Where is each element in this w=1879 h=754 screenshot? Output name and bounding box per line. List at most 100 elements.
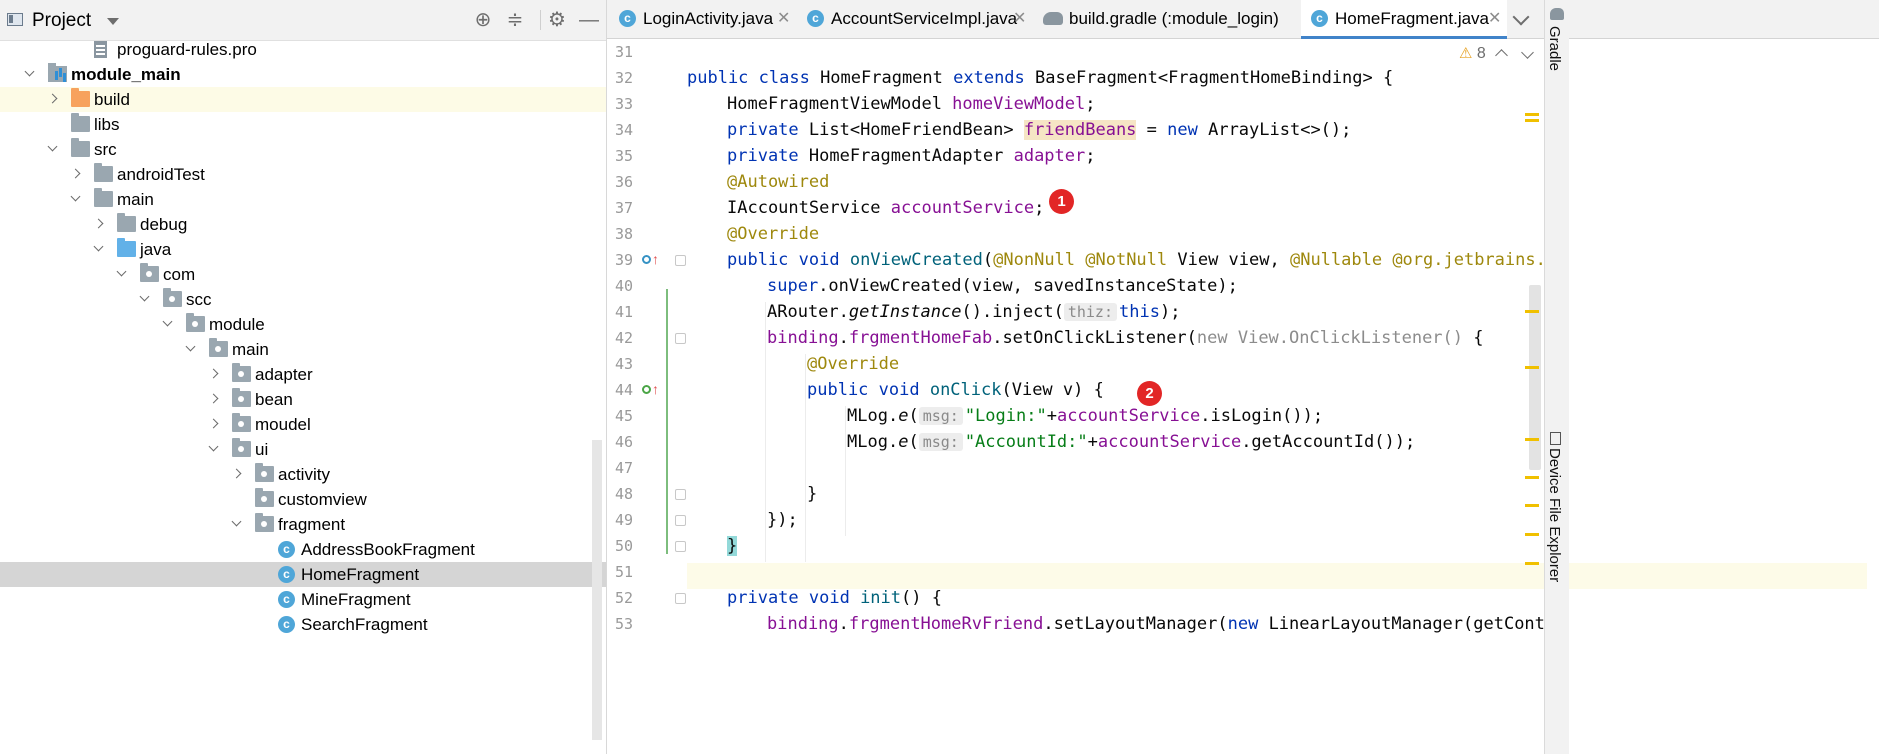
tree-item[interactable]: moudel xyxy=(0,412,606,437)
chevron-down-icon[interactable] xyxy=(208,441,219,452)
warning-stripe[interactable] xyxy=(1525,113,1539,116)
line-number[interactable]: 52 xyxy=(607,589,633,607)
warning-stripe[interactable] xyxy=(1525,504,1539,507)
override-method-icon[interactable]: ↑ xyxy=(642,381,659,398)
tree-item[interactable]: adapter xyxy=(0,362,606,387)
chevron-right-icon[interactable] xyxy=(47,93,58,104)
chevron-down-icon[interactable] xyxy=(139,291,150,302)
chevron-right-icon[interactable] xyxy=(231,468,242,479)
tree-item[interactable]: c HomeFragment xyxy=(0,562,606,587)
fold-marker-icon[interactable] xyxy=(675,593,686,604)
chevron-right-icon[interactable] xyxy=(70,168,81,179)
tree-item[interactable]: androidTest xyxy=(0,162,606,187)
chevron-down-icon[interactable] xyxy=(93,241,104,252)
line-number[interactable]: 32 xyxy=(607,69,633,87)
tab-accountserviceimpl[interactable]: c AccountServiceImpl.java ✕ xyxy=(795,0,1027,38)
tree-item[interactable]: customview xyxy=(0,487,606,512)
tree-item[interactable]: debug xyxy=(0,212,606,237)
warning-stripe[interactable] xyxy=(1525,310,1539,313)
chevron-right-icon[interactable] xyxy=(208,418,219,429)
tree-item[interactable]: src xyxy=(0,137,606,162)
line-number[interactable]: 41 xyxy=(607,303,633,321)
fold-marker-icon[interactable] xyxy=(675,541,686,552)
tab-loginactivity[interactable]: c LoginActivity.java ✕ xyxy=(607,0,793,38)
minimize-icon[interactable]: — xyxy=(577,8,601,32)
line-number[interactable]: 39 xyxy=(607,251,633,269)
chevron-down-icon[interactable] xyxy=(116,266,127,277)
warning-stripe[interactable] xyxy=(1525,366,1539,369)
line-number[interactable]: 35 xyxy=(607,147,633,165)
line-number[interactable]: 33 xyxy=(607,95,633,113)
line-number[interactable]: 49 xyxy=(607,511,633,529)
fold-marker-icon[interactable] xyxy=(675,333,686,344)
tab-homefragment[interactable]: c HomeFragment.java ✕ xyxy=(1301,0,1507,39)
fold-marker-icon[interactable] xyxy=(675,515,686,526)
line-number[interactable]: 34 xyxy=(607,121,633,139)
tree-item[interactable]: com xyxy=(0,262,606,287)
line-number[interactable]: 43 xyxy=(607,355,633,373)
warning-stripe[interactable] xyxy=(1525,533,1539,536)
close-icon[interactable]: ✕ xyxy=(777,0,790,38)
tree-item[interactable]: main xyxy=(0,187,606,212)
fold-marker-icon[interactable] xyxy=(675,489,686,500)
code-area[interactable]: public class HomeFragment extends BaseFr… xyxy=(687,39,1867,754)
line-number[interactable]: 36 xyxy=(607,173,633,191)
device-file-explorer-button[interactable]: Device File Explorer xyxy=(1546,448,1563,582)
chevron-right-icon[interactable] xyxy=(93,218,104,229)
chevron-down-icon[interactable] xyxy=(185,341,196,352)
vcs-change-marker[interactable] xyxy=(666,289,668,554)
line-number[interactable]: 48 xyxy=(607,485,633,503)
tree-item[interactable]: fragment xyxy=(0,512,606,537)
tree-item[interactable]: c SearchFragment xyxy=(0,612,606,637)
chevron-down-icon[interactable] xyxy=(47,141,58,152)
tree-item[interactable]: c MineFragment xyxy=(0,587,606,612)
line-number[interactable]: 46 xyxy=(607,433,633,451)
close-icon[interactable]: ✕ xyxy=(1013,0,1026,38)
chevron-down-icon[interactable] xyxy=(107,18,119,25)
line-number[interactable]: 53 xyxy=(607,615,633,633)
tree-item[interactable]: proguard-rules.pro xyxy=(0,37,606,62)
tree-item[interactable]: java xyxy=(0,237,606,262)
project-scrollbar[interactable] xyxy=(592,440,602,740)
tree-item[interactable]: ui xyxy=(0,437,606,462)
line-number[interactable]: 45 xyxy=(607,407,633,425)
tab-build-gradle[interactable]: build.gradle (:module_login) xyxy=(1031,0,1296,38)
locate-target-icon[interactable]: ⊕ xyxy=(471,8,495,32)
override-method-icon[interactable]: ↑ xyxy=(642,251,659,268)
line-number[interactable]: 40 xyxy=(607,277,633,295)
chevron-down-icon[interactable] xyxy=(1512,8,1530,26)
tree-item[interactable]: c AddressBookFragment xyxy=(0,537,606,562)
line-number[interactable]: 47 xyxy=(607,459,633,477)
line-number[interactable]: 42 xyxy=(607,329,633,347)
chevron-down-icon[interactable] xyxy=(24,66,35,77)
tree-item[interactable]: build xyxy=(0,87,606,112)
chevron-right-icon[interactable] xyxy=(208,393,219,404)
collapse-all-icon[interactable]: ≑ xyxy=(503,8,527,32)
tree-item[interactable]: module_main xyxy=(0,62,606,87)
fold-marker-icon[interactable] xyxy=(675,255,686,266)
chevron-down-icon[interactable] xyxy=(162,316,173,327)
line-number[interactable]: 37 xyxy=(607,199,633,217)
tree-item[interactable]: module xyxy=(0,312,606,337)
warning-stripe[interactable] xyxy=(1525,438,1539,441)
inspection-warnings[interactable]: ⚠ 8 xyxy=(1459,44,1486,63)
tree-item[interactable]: libs xyxy=(0,112,606,137)
tree-item[interactable]: main xyxy=(0,337,606,362)
line-number[interactable]: 50 xyxy=(607,537,633,555)
tree-item[interactable]: scc xyxy=(0,287,606,312)
chevron-down-icon[interactable] xyxy=(231,516,242,527)
tree-item[interactable]: activity xyxy=(0,462,606,487)
line-number[interactable]: 44 xyxy=(607,381,633,399)
line-number[interactable]: 31 xyxy=(607,43,633,61)
warning-stripe[interactable] xyxy=(1525,119,1539,122)
gear-icon[interactable]: ⚙ xyxy=(545,8,569,32)
line-number[interactable]: 51 xyxy=(607,563,633,581)
warning-stripe[interactable] xyxy=(1525,476,1539,479)
warning-stripe[interactable] xyxy=(1525,562,1539,565)
line-number[interactable]: 38 xyxy=(607,225,633,243)
tree-item[interactable]: bean xyxy=(0,387,606,412)
chevron-right-icon[interactable] xyxy=(208,368,219,379)
chevron-down-icon[interactable] xyxy=(70,191,81,202)
gradle-tool-button[interactable]: Gradle xyxy=(1546,26,1563,71)
project-panel-title[interactable]: Project xyxy=(32,10,91,32)
